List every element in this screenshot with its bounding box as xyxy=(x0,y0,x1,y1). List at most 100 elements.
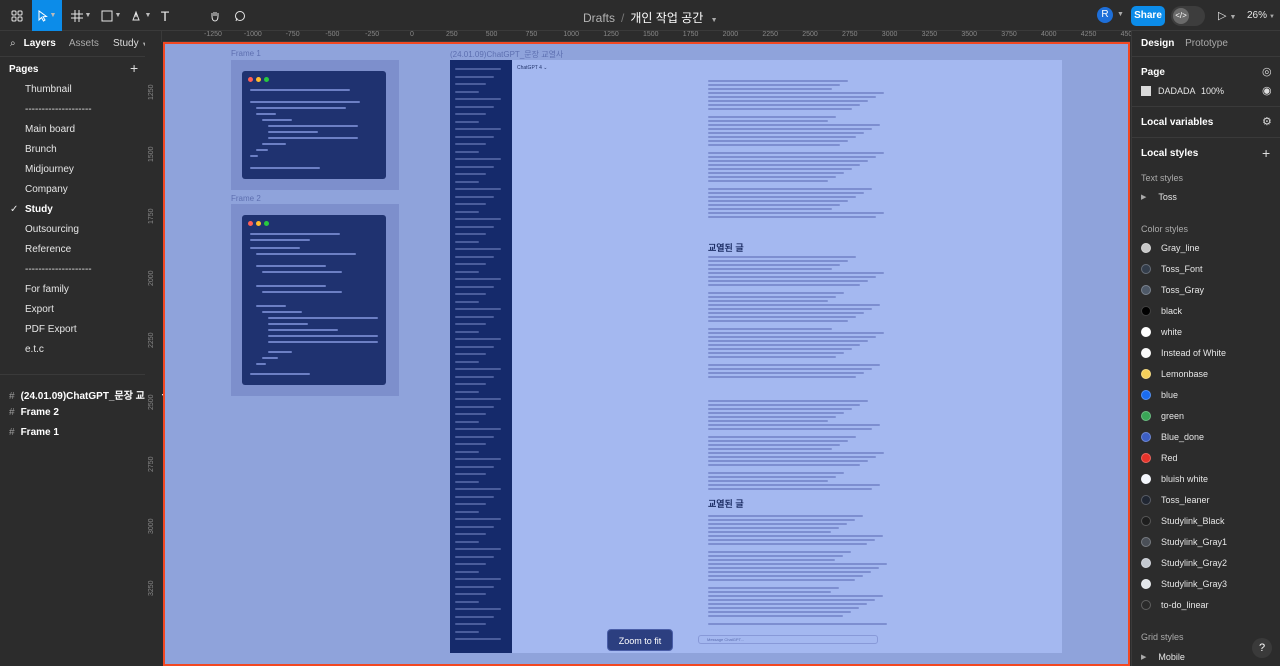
sidebar-placeholder-line xyxy=(455,495,494,498)
color-style-item[interactable]: Lemonbase xyxy=(1141,367,1208,381)
page-item[interactable]: Company xyxy=(25,184,68,195)
layer-item[interactable]: # (24.01.09)ChatGPT_문장 교열사 xyxy=(9,387,163,402)
color-style-item[interactable]: Studylink_Gray3 xyxy=(1141,577,1227,591)
color-style-item[interactable]: Instead of White xyxy=(1141,346,1226,360)
page-item[interactable]: Main board xyxy=(25,124,75,135)
color-style-item[interactable]: to-do_linear xyxy=(1141,598,1209,612)
tab-prototype[interactable]: Prototype xyxy=(1185,38,1228,49)
zoom-to-fit-button[interactable]: Zoom to fit xyxy=(607,629,673,651)
gpt-frame-label[interactable]: (24.01.09)ChatGPT_문장 교열사 xyxy=(450,49,563,60)
page-item-current[interactable]: Study xyxy=(25,204,53,215)
dev-mode-toggle[interactable]: </> xyxy=(1171,6,1205,26)
chatgpt-frame[interactable]: ChatGPT 4 ⌄ 교열된 글 교열된 글 Message ChatGPT.… xyxy=(450,60,1062,653)
grid-style-item[interactable]: ▶ Mobile xyxy=(1141,650,1185,664)
color-style-item[interactable]: Toss_Font xyxy=(1141,262,1203,276)
page-item[interactable]: PDF Export xyxy=(25,324,77,335)
color-style-item[interactable]: Toss_Gray xyxy=(1141,283,1204,297)
code-line xyxy=(262,143,286,145)
message-input[interactable]: Message ChatGPT... xyxy=(698,635,878,644)
avatar[interactable]: R xyxy=(1097,7,1113,23)
zoom-level[interactable]: 26% ▼ xyxy=(1247,10,1275,21)
sidebar-placeholder-line xyxy=(455,113,486,115)
tab-assets[interactable]: Assets xyxy=(69,38,99,49)
page-item[interactable]: -------------------- xyxy=(25,104,92,115)
frame1-label[interactable]: Frame 1 xyxy=(231,49,261,58)
layer-item[interactable]: # Frame 2 xyxy=(9,407,59,418)
sidebar-placeholder-line xyxy=(455,90,479,93)
present-button[interactable]: ▷ ▼ xyxy=(1218,9,1236,22)
chevron-right-icon: ▶ xyxy=(1141,194,1147,201)
page-color-hex[interactable]: DADADA xyxy=(1158,86,1196,96)
frame-1[interactable] xyxy=(231,60,399,190)
page-item[interactable]: Brunch xyxy=(25,144,57,155)
color-swatch xyxy=(1141,453,1151,463)
move-tool-button[interactable]: ▼ xyxy=(32,0,62,31)
color-style-item[interactable]: blue xyxy=(1141,388,1178,402)
page-item[interactable]: -------------------- xyxy=(25,264,92,275)
code-line xyxy=(256,305,286,307)
message-placeholder-line xyxy=(708,136,856,138)
sidebar-placeholder-line xyxy=(455,165,494,168)
color-style-item[interactable]: Studylink_Gray1 xyxy=(1141,535,1227,549)
code-line xyxy=(268,329,338,331)
sidebar-placeholder-line xyxy=(455,173,486,175)
add-page-icon[interactable]: + xyxy=(130,60,138,76)
color-style-item[interactable]: bluish white xyxy=(1141,472,1208,486)
eye-styles-icon[interactable]: ◎ xyxy=(1262,65,1272,78)
variables-icon[interactable]: ⚙ xyxy=(1262,115,1272,128)
chevron-down-icon[interactable]: ▼ xyxy=(1117,11,1124,18)
color-style-item[interactable]: Studylink_Gray2 xyxy=(1141,556,1227,570)
color-style-label: Instead of White xyxy=(1161,348,1227,358)
page-item[interactable]: For family xyxy=(25,284,69,295)
page-item[interactable]: Outsourcing xyxy=(25,224,79,235)
sidebar-placeholder-line xyxy=(455,413,486,415)
local-variables-heading[interactable]: Local variables xyxy=(1141,117,1213,128)
message-placeholder-line xyxy=(708,535,883,537)
color-style-item[interactable]: Toss_leaner xyxy=(1141,493,1210,507)
text-tool-button[interactable]: T xyxy=(150,0,180,31)
text-style-item[interactable]: ▶ Toss xyxy=(1141,190,1177,204)
frame-2[interactable] xyxy=(231,204,399,396)
shape-tool-button[interactable]: ▼ xyxy=(96,0,126,31)
main-menu-button[interactable] xyxy=(2,0,32,31)
color-style-item[interactable]: Blue_done xyxy=(1141,430,1204,444)
color-style-item[interactable]: Red xyxy=(1141,451,1178,465)
page-item[interactable]: Thumbnail xyxy=(25,84,72,95)
color-style-item[interactable]: green xyxy=(1141,409,1184,423)
page-item[interactable]: Export xyxy=(25,304,54,315)
frame-tool-button[interactable]: ▼ xyxy=(66,0,96,31)
color-style-item[interactable]: white xyxy=(1141,325,1182,339)
layer-item[interactable]: # Frame 1 xyxy=(9,427,59,438)
message-placeholder-line xyxy=(708,92,884,94)
code-line xyxy=(256,253,356,255)
message-placeholder-line xyxy=(708,216,876,218)
comment-tool-button[interactable] xyxy=(225,0,255,31)
sidebar-placeholder-line xyxy=(455,308,501,310)
message-placeholder-line xyxy=(708,168,852,170)
rectangle-icon xyxy=(101,10,113,21)
color-style-item[interactable]: Studylink_Black xyxy=(1141,514,1225,528)
eye-icon[interactable]: ◉ xyxy=(1262,84,1272,97)
color-style-item[interactable]: black xyxy=(1141,304,1182,318)
chevron-down-icon[interactable]: ▼ xyxy=(711,17,718,24)
add-style-icon[interactable]: + xyxy=(1262,145,1270,161)
page-color-swatch[interactable] xyxy=(1141,86,1151,96)
page-selector[interactable]: Study▼ xyxy=(113,38,148,49)
share-button[interactable]: Share xyxy=(1131,6,1165,26)
help-button[interactable]: ? xyxy=(1252,638,1272,658)
search-icon[interactable]: ⌕ xyxy=(10,38,16,49)
page-item[interactable]: Midjourney xyxy=(25,164,74,175)
color-style-item[interactable]: Gray_line xyxy=(1141,241,1200,255)
project-name[interactable]: 개인 작업 공간 xyxy=(630,11,703,25)
message-placeholder-line xyxy=(708,180,828,182)
page-item[interactable]: e.t.c xyxy=(25,344,44,355)
breadcrumb-drafts[interactable]: Drafts xyxy=(583,11,615,25)
tab-layers[interactable]: Layers xyxy=(24,38,56,49)
page-opacity[interactable]: 100% xyxy=(1201,86,1224,96)
page-item[interactable]: Reference xyxy=(25,244,71,255)
tab-design[interactable]: Design xyxy=(1141,38,1174,49)
chatgpt-header: ChatGPT 4 ⌄ xyxy=(517,65,548,71)
frame2-label[interactable]: Frame 2 xyxy=(231,194,261,203)
canvas[interactable]: Frame 1 Frame 2 (24.01.09)ChatGPT_문장 교열사… xyxy=(163,42,1130,666)
message-placeholder-line xyxy=(708,551,851,553)
